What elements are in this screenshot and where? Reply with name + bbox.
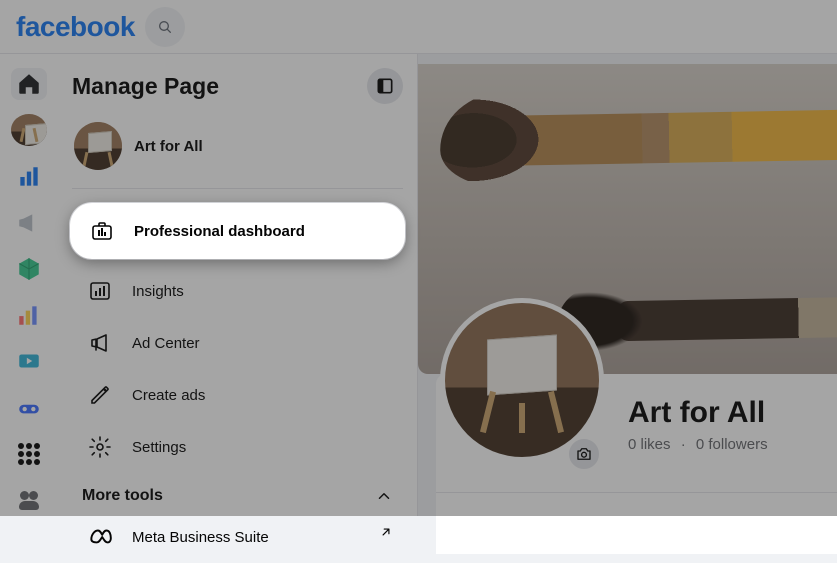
gear-icon xyxy=(82,429,118,465)
apps-grid-icon xyxy=(18,443,40,465)
rail-cube[interactable] xyxy=(11,253,47,285)
rail-chart[interactable] xyxy=(11,299,47,331)
more-tools-toggle[interactable]: More tools xyxy=(72,477,403,511)
page-stats: 0 likes · 0 followers xyxy=(628,436,768,453)
nav-create-ads[interactable]: Create ads xyxy=(72,369,403,421)
chart-icon xyxy=(16,302,42,328)
page-switcher[interactable]: Art for All xyxy=(72,116,403,189)
nav-settings[interactable]: Settings xyxy=(72,421,403,473)
collapse-panel-button[interactable] xyxy=(367,68,403,104)
rail-groups[interactable] xyxy=(11,484,47,516)
profile-divider xyxy=(436,492,837,493)
rail-home[interactable] xyxy=(11,68,47,100)
rail-video[interactable] xyxy=(11,345,47,377)
megaphone-icon xyxy=(82,325,118,361)
people-icon xyxy=(17,488,41,512)
cover-art-brush-yellow xyxy=(498,100,837,166)
camera-icon xyxy=(575,445,593,463)
left-rail xyxy=(0,54,58,516)
nav-label: Meta Business Suite xyxy=(132,529,269,546)
video-icon xyxy=(16,348,42,374)
panel-title: Manage Page xyxy=(72,73,219,100)
manage-page-panel: Manage Page Art for All Professional das… xyxy=(58,54,418,516)
nav-label: Ad Center xyxy=(132,335,200,352)
page-title: Art for All xyxy=(628,396,765,430)
rail-insights[interactable] xyxy=(11,160,47,192)
page-thumbnail xyxy=(74,122,122,170)
external-link-icon xyxy=(379,525,393,539)
nav-ad-center[interactable]: Ad Center xyxy=(72,317,403,369)
nav-meta-business-suite[interactable]: Meta Business Suite xyxy=(72,511,403,563)
briefcase-icon xyxy=(84,213,120,249)
search-button[interactable] xyxy=(145,7,185,47)
page-name-label: Art for All xyxy=(134,138,203,155)
chevron-up-icon xyxy=(375,487,393,505)
facebook-logo[interactable]: facebook xyxy=(16,11,135,43)
cube-icon xyxy=(16,256,42,282)
nav-label: Professional dashboard xyxy=(134,223,305,240)
edit-avatar-button[interactable] xyxy=(566,436,602,472)
avatar-art-easel xyxy=(479,345,565,415)
rail-link[interactable] xyxy=(11,391,47,423)
bars-icon xyxy=(16,164,42,190)
topbar: facebook xyxy=(0,0,837,54)
nav-label: Create ads xyxy=(132,387,205,404)
collapse-icon xyxy=(375,76,395,96)
panel-nav: Professional dashboard Insights Ad Cente… xyxy=(72,189,403,563)
meta-loop-icon xyxy=(82,519,118,555)
nav-label: Settings xyxy=(132,439,186,456)
separator-dot: · xyxy=(681,436,686,453)
cover-art-brush-dark xyxy=(618,287,837,341)
insights-icon xyxy=(82,273,118,309)
megaphone-icon xyxy=(16,210,42,236)
nav-insights[interactable]: Insights xyxy=(72,265,403,317)
link-icon xyxy=(16,395,42,421)
likes-count: 0 likes xyxy=(628,436,671,453)
page-profile-main: Art for All 0 likes · 0 followers xyxy=(418,54,837,516)
pencil-icon xyxy=(82,377,118,413)
more-tools-label: More tools xyxy=(82,487,163,505)
followers-count: 0 followers xyxy=(696,436,768,453)
nav-professional-dashboard[interactable]: Professional dashboard xyxy=(70,203,405,259)
rail-apps[interactable] xyxy=(11,438,47,470)
search-icon xyxy=(157,19,173,35)
rail-megaphone[interactable] xyxy=(11,207,47,239)
nav-label: Insights xyxy=(132,283,184,300)
rail-page-avatar[interactable] xyxy=(11,114,47,146)
home-icon xyxy=(16,71,42,97)
